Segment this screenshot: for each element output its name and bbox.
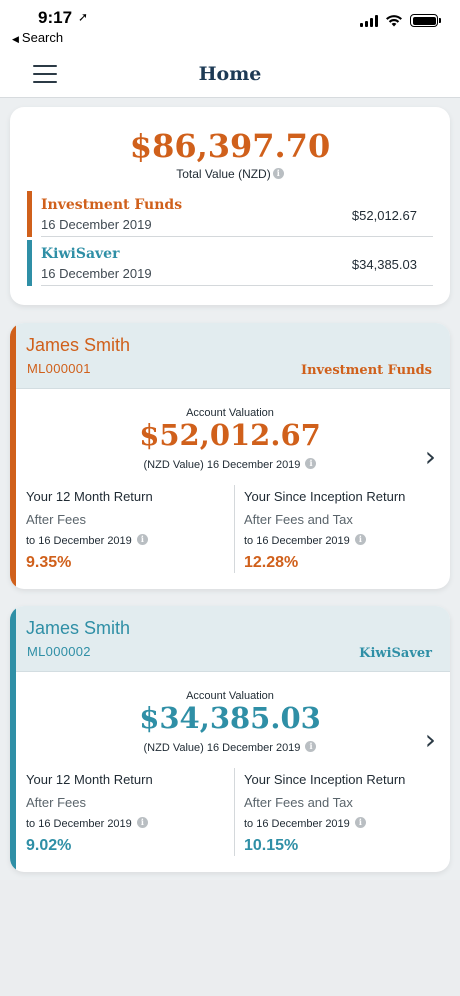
valuation-subtitle: (NZD Value) 16 December 2019 i <box>10 741 450 754</box>
return-title: Your 12 Month Return <box>26 489 153 504</box>
account-card-investment-funds[interactable]: James Smith ML000001 Investment Funds Ac… <box>10 323 450 589</box>
total-value-label: Total Value (NZD) i <box>10 167 450 181</box>
wifi-icon <box>386 15 402 27</box>
row-amount: $34,385.03 <box>351 257 417 272</box>
status-icons <box>360 14 441 27</box>
back-label: Search <box>21 30 64 45</box>
return-title: Your 12 Month Return <box>26 772 153 787</box>
account-header: James Smith ML000002 KiwiSaver <box>10 606 450 672</box>
return-12-month: Your 12 Month Return After Fees to 16 De… <box>26 768 230 856</box>
location-arrow-icon: ➚ <box>78 10 89 24</box>
return-since-inception: Your Since Inception Return After Fees a… <box>234 485 434 573</box>
return-date: to 16 December 2019 i <box>244 534 366 547</box>
row-fund-name: KiwiSaver <box>41 246 120 262</box>
row-divider <box>41 236 433 237</box>
return-fees-note: After Fees and Tax <box>244 795 353 810</box>
back-to-search-link[interactable]: ◀ Search <box>12 30 63 45</box>
info-icon[interactable]: i <box>354 534 366 545</box>
return-title: Your Since Inception Return <box>244 772 406 787</box>
row-amount: $52,012.67 <box>351 208 417 223</box>
row-color-bar <box>27 240 32 286</box>
info-icon[interactable]: i <box>136 817 148 828</box>
account-type: Investment Funds <box>300 363 432 378</box>
return-12-month: Your 12 Month Return After Fees to 16 De… <box>26 485 230 573</box>
return-value: 9.35% <box>26 554 72 571</box>
account-holder-name: James Smith <box>26 335 131 355</box>
page-title: Home <box>198 63 262 85</box>
account-valuation: $52,012.67 <box>139 418 321 452</box>
return-value: 10.15% <box>244 837 299 854</box>
summary-row-investment-funds[interactable]: Investment Funds 16 December 2019 $52,01… <box>27 191 433 237</box>
info-icon[interactable]: i <box>354 817 366 828</box>
battery-icon <box>410 14 441 27</box>
row-date: 16 December 2019 <box>41 217 152 232</box>
return-value: 12.28% <box>244 554 299 571</box>
account-valuation: $34,385.03 <box>139 701 321 735</box>
account-type: KiwiSaver <box>359 646 432 661</box>
return-fees-note: After Fees <box>26 512 86 527</box>
account-header: James Smith ML000001 Investment Funds <box>10 323 450 389</box>
return-title: Your Since Inception Return <box>244 489 406 504</box>
back-triangle-icon: ◀ <box>12 34 19 44</box>
nav-bar: Home <box>0 50 460 98</box>
return-value: 9.02% <box>26 837 72 854</box>
info-icon[interactable]: i <box>305 741 317 752</box>
total-value-card: $86,397.70 Total Value (NZD) i Investment… <box>10 107 450 305</box>
account-holder-name: James Smith <box>26 618 131 638</box>
info-icon[interactable]: i <box>136 534 148 545</box>
chevron-right-icon[interactable]: › <box>425 726 436 754</box>
status-bar: 9:17 ➚ ◀ Search <box>0 0 460 50</box>
total-value: $86,397.70 <box>129 127 331 165</box>
row-color-bar <box>27 191 32 237</box>
account-number: ML000001 <box>27 361 91 376</box>
return-fees-note: After Fees <box>26 795 86 810</box>
return-date: to 16 December 2019 i <box>26 534 148 547</box>
info-icon[interactable]: i <box>272 168 284 179</box>
row-date: 16 December 2019 <box>41 266 152 281</box>
cellular-signal-icon <box>360 15 378 27</box>
return-date: to 16 December 2019 i <box>26 817 148 830</box>
chevron-right-icon[interactable]: › <box>425 443 436 471</box>
return-fees-note: After Fees and Tax <box>244 512 353 527</box>
account-number: ML000002 <box>27 644 91 659</box>
account-accent-bar <box>10 323 16 589</box>
account-accent-bar <box>10 606 16 872</box>
valuation-subtitle: (NZD Value) 16 December 2019 i <box>10 458 450 471</box>
account-card-kiwisaver[interactable]: James Smith ML000002 KiwiSaver Account V… <box>10 606 450 872</box>
status-time: 9:17 <box>38 8 73 27</box>
row-fund-name: Investment Funds <box>41 197 183 213</box>
row-divider <box>41 285 433 286</box>
info-icon[interactable]: i <box>305 458 317 469</box>
return-since-inception: Your Since Inception Return After Fees a… <box>234 768 434 856</box>
bottom-background <box>0 880 460 996</box>
summary-row-kiwisaver[interactable]: KiwiSaver 16 December 2019 $34,385.03 <box>27 240 433 286</box>
return-date: to 16 December 2019 i <box>244 817 366 830</box>
